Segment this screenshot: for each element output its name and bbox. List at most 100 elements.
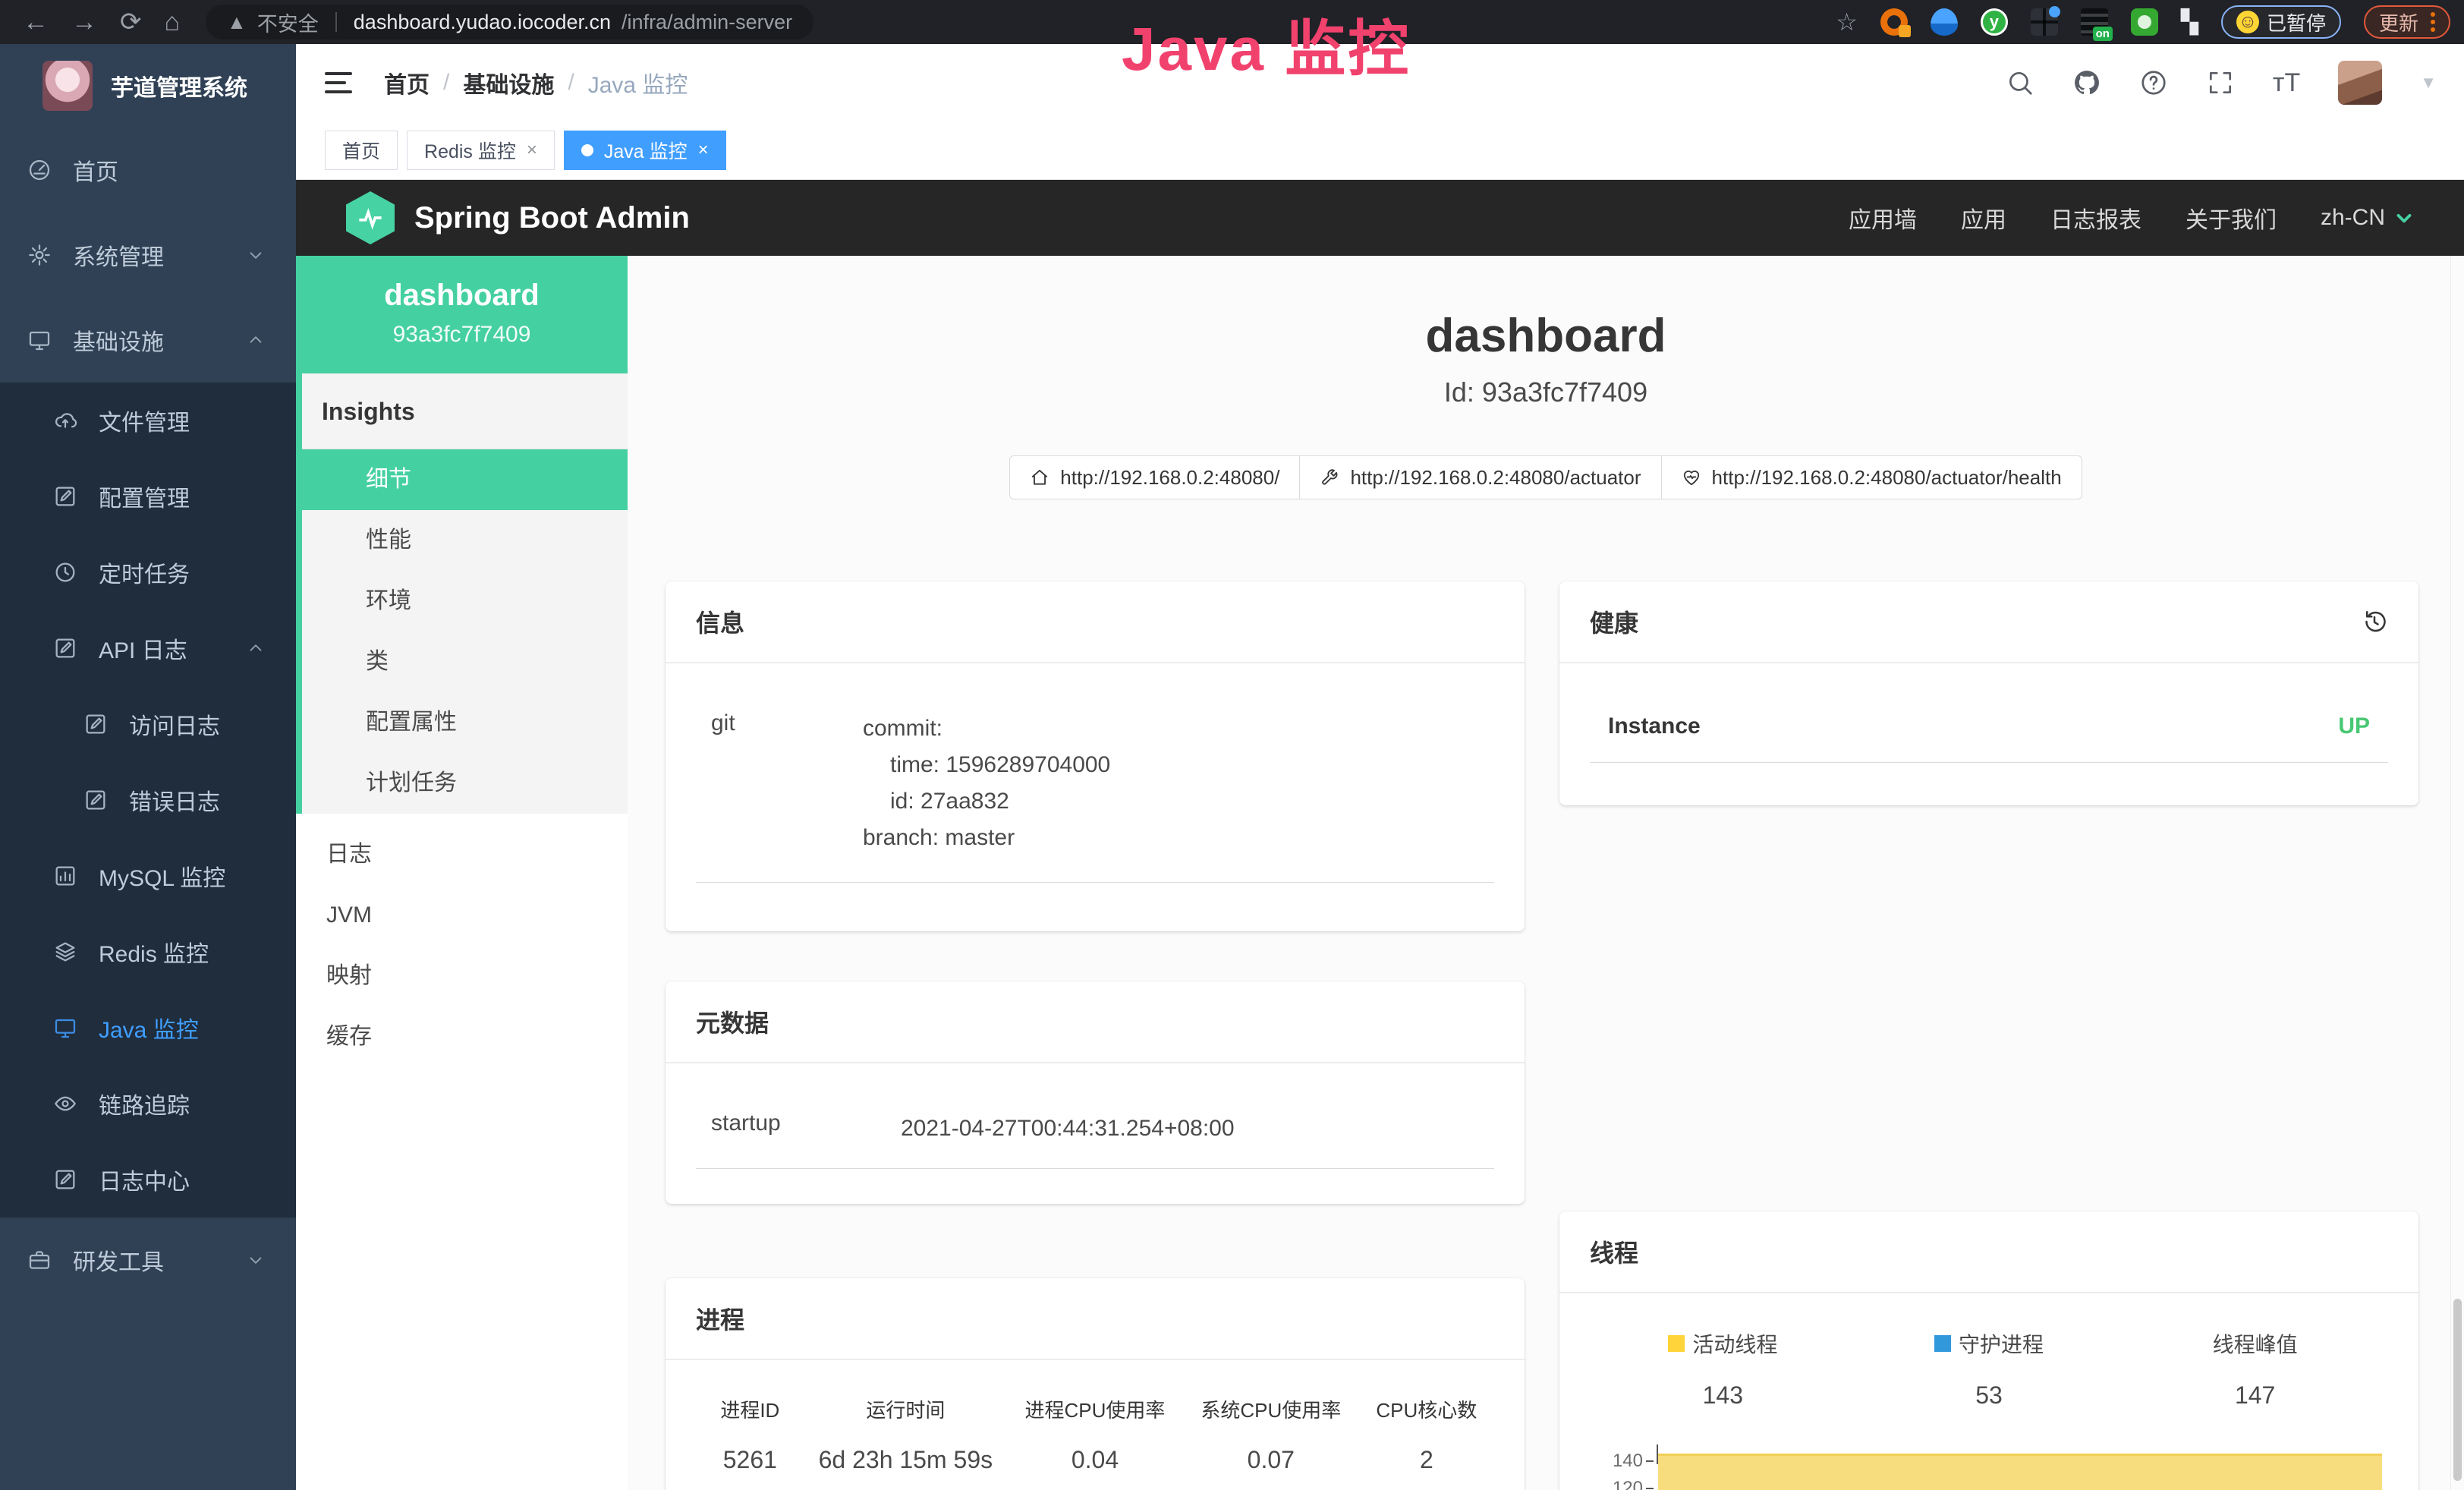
sba-nav-journal[interactable]: 日志报表	[2050, 201, 2141, 235]
chevron-up-icon	[246, 638, 266, 658]
history-icon[interactable]	[2361, 608, 2388, 635]
browser-home-icon[interactable]: ⌂	[165, 8, 181, 37]
sba-item-logs[interactable]: 日志	[296, 824, 628, 885]
browser-forward-icon[interactable]: →	[71, 8, 97, 37]
infra-submenu: 文件管理 配置管理 定时任务 API 日志 访问日志 错误日志	[0, 383, 296, 1218]
health-instance-label[interactable]: Instance	[1608, 713, 1701, 739]
extensions-puzzle-icon[interactable]: ▚	[2181, 9, 2198, 36]
val-process-cpu: 0.04	[1007, 1446, 1183, 1474]
sidebar-toggle-icon[interactable]	[325, 72, 352, 93]
sba-item-metrics[interactable]: 性能	[302, 510, 628, 571]
process-card: 进程 进程ID 运行时间 进程CPU使用率 系统CPU使用率 CPU核心数 52…	[666, 1278, 1525, 1490]
sidebar-item-tracing[interactable]: 链路追踪	[0, 1066, 296, 1142]
tab-redis-monitor[interactable]: Redis 监控 ×	[407, 131, 555, 170]
sba-item-caches[interactable]: 缓存	[296, 1006, 628, 1067]
sba-nav-about[interactable]: 关于我们	[2186, 201, 2277, 235]
health-card: 健康 Instance UP	[1559, 581, 2418, 805]
paused-pill[interactable]: ☺ 已暂停	[2221, 5, 2341, 39]
yellow-legend-swatch	[1668, 1335, 1685, 1352]
toolbox-icon	[27, 1248, 52, 1272]
scrollbar-thumb[interactable]	[2453, 1299, 2462, 1481]
sidebar-item-scheduled-jobs[interactable]: 定时任务	[0, 534, 296, 610]
extension-green-icon[interactable]	[2131, 8, 2158, 36]
avatar-caret-icon[interactable]: ▼	[2420, 73, 2437, 93]
sba-brand[interactable]: Spring Boot Admin	[414, 201, 690, 235]
sidebar-item-dev-tools[interactable]: 研发工具	[0, 1218, 296, 1303]
actuator-url-button[interactable]: http://192.168.0.2:48080/actuator	[1299, 455, 1661, 499]
breadcrumb-infra[interactable]: 基础设施	[463, 66, 554, 99]
sidebar-item-java-monitor[interactable]: Java 监控	[0, 990, 296, 1066]
daemon-threads-value: 53	[1856, 1381, 2123, 1410]
breadcrumb-current: Java 监控	[588, 66, 688, 99]
sidebar-item-home[interactable]: 首页	[0, 128, 296, 213]
update-button[interactable]: 更新	[2364, 5, 2450, 39]
sba-content: dashboard Id: 93a3fc7f7409 http://192.16…	[628, 256, 2464, 1490]
vertical-scrollbar[interactable]	[2450, 256, 2464, 1490]
sidebar-item-api-log[interactable]: API 日志	[0, 610, 296, 686]
process-table: 进程ID 运行时间 进程CPU使用率 系统CPU使用率 CPU核心数 5261 …	[696, 1388, 1494, 1490]
help-icon[interactable]	[2139, 68, 2168, 97]
extension-pin-icon[interactable]	[1931, 8, 1958, 36]
browser-menu-icon[interactable]	[2431, 12, 2435, 32]
legend-peak-threads: 线程峰值 147	[2122, 1328, 2388, 1410]
clock-icon	[53, 560, 77, 584]
search-icon[interactable]	[2006, 68, 2034, 97]
sidebar-item-access-log[interactable]: 访问日志	[0, 686, 296, 762]
tab-home[interactable]: 首页	[325, 131, 398, 170]
info-value: commit: time: 1596289704000 id: 27aa832 …	[863, 710, 1110, 856]
sba-item-jvm[interactable]: JVM	[296, 885, 628, 946]
address-bar[interactable]: ▲ 不安全 dashboard.yudao.iocoder.cn/infra/a…	[206, 5, 813, 39]
sidebar-item-config-manage[interactable]: 配置管理	[0, 458, 296, 534]
sba-nav-wallboard[interactable]: 应用墙	[1849, 201, 1917, 235]
sidebar-item-infra[interactable]: 基础设施	[0, 298, 296, 383]
eye-icon	[53, 1092, 77, 1116]
sba-item-config-props[interactable]: 配置属性	[302, 692, 628, 753]
insights-section-title: Insights	[302, 373, 628, 449]
col-system-cpu: 系统CPU使用率	[1183, 1395, 1359, 1423]
paused-label: 已暂停	[2267, 8, 2326, 36]
extension-on-icon[interactable]	[2081, 8, 2108, 36]
sidebar-item-log-center[interactable]: 日志中心	[0, 1142, 296, 1218]
sba-logo-icon[interactable]	[346, 191, 395, 244]
sidebar-item-file-manage[interactable]: 文件管理	[0, 383, 296, 458]
sidebar-item-mysql-monitor[interactable]: MySQL 监控	[0, 838, 296, 914]
gear-icon	[27, 243, 52, 267]
col-process-cpu: 进程CPU使用率	[1007, 1395, 1183, 1423]
language-selector[interactable]: zh-CN	[2321, 205, 2415, 231]
app-logo[interactable]: 芋道管理系统	[0, 44, 296, 128]
bookmark-star-icon[interactable]: ☆	[1836, 8, 1858, 36]
sba-item-mappings[interactable]: 映射	[296, 946, 628, 1006]
sidebar-item-system[interactable]: 系统管理	[0, 213, 296, 298]
sidebar-item-error-log[interactable]: 错误日志	[0, 762, 296, 838]
process-card-title: 进程	[696, 1301, 744, 1336]
breadcrumb: 首页 / 基础设施 / Java 监控	[384, 66, 688, 99]
sba-nav-applications[interactable]: 应用	[1961, 201, 2006, 235]
font-size-icon[interactable]: ᴛT	[2273, 68, 2300, 98]
service-url-button[interactable]: http://192.168.0.2:48080/	[1009, 455, 1300, 499]
breadcrumb-home[interactable]: 首页	[384, 66, 430, 99]
close-icon[interactable]: ×	[527, 140, 537, 161]
heartbeat-icon	[1682, 468, 1701, 487]
extension-orange-icon[interactable]	[1880, 8, 1908, 36]
instance-header[interactable]: dashboard 93a3fc7f7409	[296, 256, 628, 373]
sba-item-details[interactable]: 细节	[296, 449, 628, 510]
fullscreen-icon[interactable]	[2206, 68, 2235, 97]
browser-reload-icon[interactable]: ⟳	[120, 7, 142, 37]
close-icon[interactable]: ×	[698, 140, 709, 161]
health-url-button[interactable]: http://192.168.0.2:48080/actuator/health	[1661, 455, 2082, 499]
browser-back-icon[interactable]: ←	[23, 8, 49, 37]
blue-legend-swatch	[1934, 1335, 1951, 1352]
sba-item-classes[interactable]: 类	[302, 632, 628, 692]
chart-y-axis: 140 120 100	[1590, 1444, 1657, 1490]
tab-java-monitor[interactable]: Java 监控 ×	[564, 131, 726, 170]
sba-item-environment[interactable]: 环境	[302, 571, 628, 632]
github-icon[interactable]	[2072, 68, 2101, 97]
user-avatar[interactable]	[2338, 61, 2382, 105]
insights-section: Insights 细节 性能 环境 类 配置属性 计划任务	[296, 373, 628, 814]
sba-sidebar: dashboard 93a3fc7f7409 Insights 细节 性能 环境…	[296, 256, 628, 1490]
extension-y-icon[interactable]: y	[1981, 8, 2008, 36]
sidebar-item-redis-monitor[interactable]: Redis 监控	[0, 914, 296, 990]
extension-grid-icon[interactable]	[2031, 8, 2058, 36]
sba-item-scheduled-tasks[interactable]: 计划任务	[302, 753, 628, 814]
val-cpus: 2	[1359, 1446, 1494, 1474]
